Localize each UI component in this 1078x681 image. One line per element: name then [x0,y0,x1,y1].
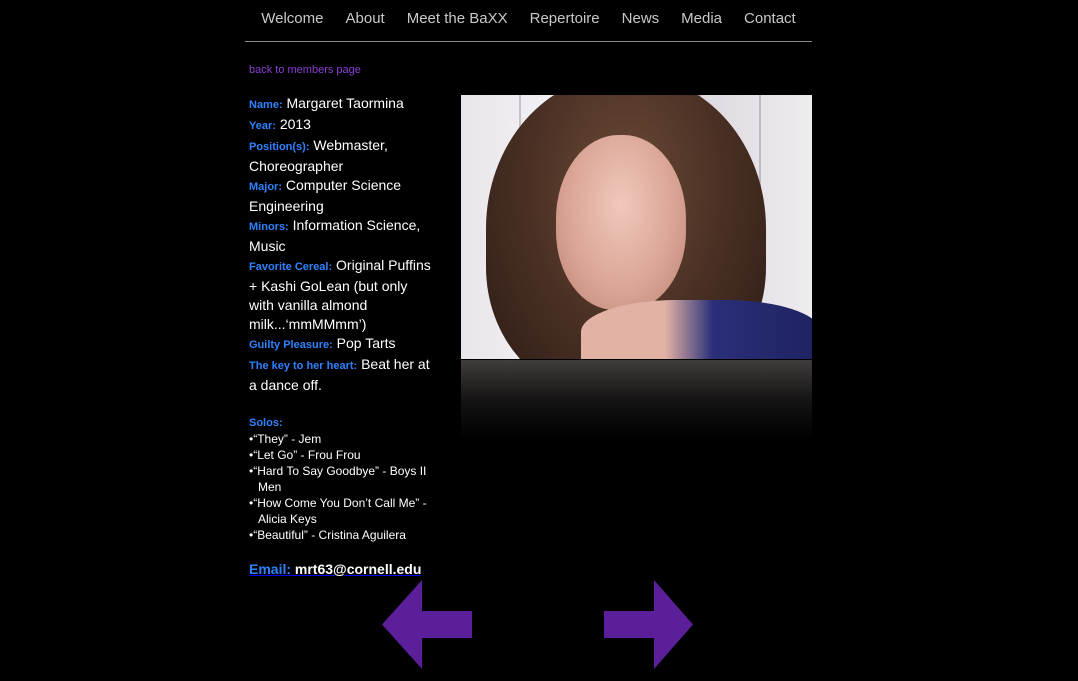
right-arrow-icon [604,580,693,669]
solo-item: “Beautiful” - Cristina Aguilera [249,527,434,543]
previous-member-button[interactable] [382,580,473,669]
pleasure-label: Guilty Pleasure: [249,339,333,351]
nav-contact[interactable]: Contact [744,0,796,38]
nav-media[interactable]: Media [681,0,722,38]
member-photo [461,95,812,359]
next-member-button[interactable] [603,580,694,669]
pleasure-value: Pop Tarts [336,335,396,351]
name-value: Margaret Taormina [286,95,404,111]
email-address: mrt63@cornell.edu [294,561,422,577]
name-label: Name: [249,99,283,111]
nav-repertoire[interactable]: Repertoire [530,0,600,38]
year-row: Year: 2013 [249,115,434,136]
member-info: Name: Margaret Taormina Year: 2013 Posit… [249,94,434,579]
name-row: Name: Margaret Taormina [249,94,434,115]
minors-label: Minors: [249,221,289,233]
solo-item: “They” - Jem [249,431,434,447]
back-to-members-link[interactable]: back to members page [249,64,361,76]
nav-news[interactable]: News [622,0,660,38]
photo-shoulders [581,300,812,359]
solo-item: “Let Go” - Frou Frou [249,447,434,463]
position-row: Position(s): Webmaster, Choreographer [249,136,434,176]
nav-welcome[interactable]: Welcome [261,0,323,38]
cereal-label: Favorite Cereal: [249,261,333,273]
solo-item: “How Come You Don’t Call Me” - Alicia Ke… [249,495,434,527]
photo-reflection [461,360,812,440]
nav-meet-the-baxx[interactable]: Meet the BaXX [407,0,508,38]
major-label: Major: [249,181,282,193]
position-label: Position(s): [249,141,310,153]
email-row: Email: mrt63@cornell.edu [249,560,434,579]
photo-face [556,135,686,310]
nav-about[interactable]: About [346,0,385,38]
email-label: Email: [249,561,292,577]
major-row: Major: Computer Science Engineering [249,176,434,216]
left-arrow-icon [382,580,472,669]
year-label: Year: [249,120,276,132]
pleasure-row: Guilty Pleasure: Pop Tarts [249,334,434,355]
solos-list: “They” - Jem “Let Go” - Frou Frou “Hard … [249,431,434,543]
solo-item: “Hard To Say Goodbye” - Boys II Men [249,463,434,495]
cereal-row: Favorite Cereal: Original Puffins + Kash… [249,256,434,334]
year-value: 2013 [279,116,311,132]
minors-row: Minors: Information Science, Music [249,216,434,256]
solos-heading: Solos: [249,417,283,429]
key-row: The key to her heart: Beat her at a danc… [249,355,434,395]
key-label: The key to her heart: [249,360,358,372]
email-link[interactable]: Email: mrt63@cornell.edu [249,561,421,577]
top-nav: Welcome About Meet the BaXX Repertoire N… [245,0,812,42]
